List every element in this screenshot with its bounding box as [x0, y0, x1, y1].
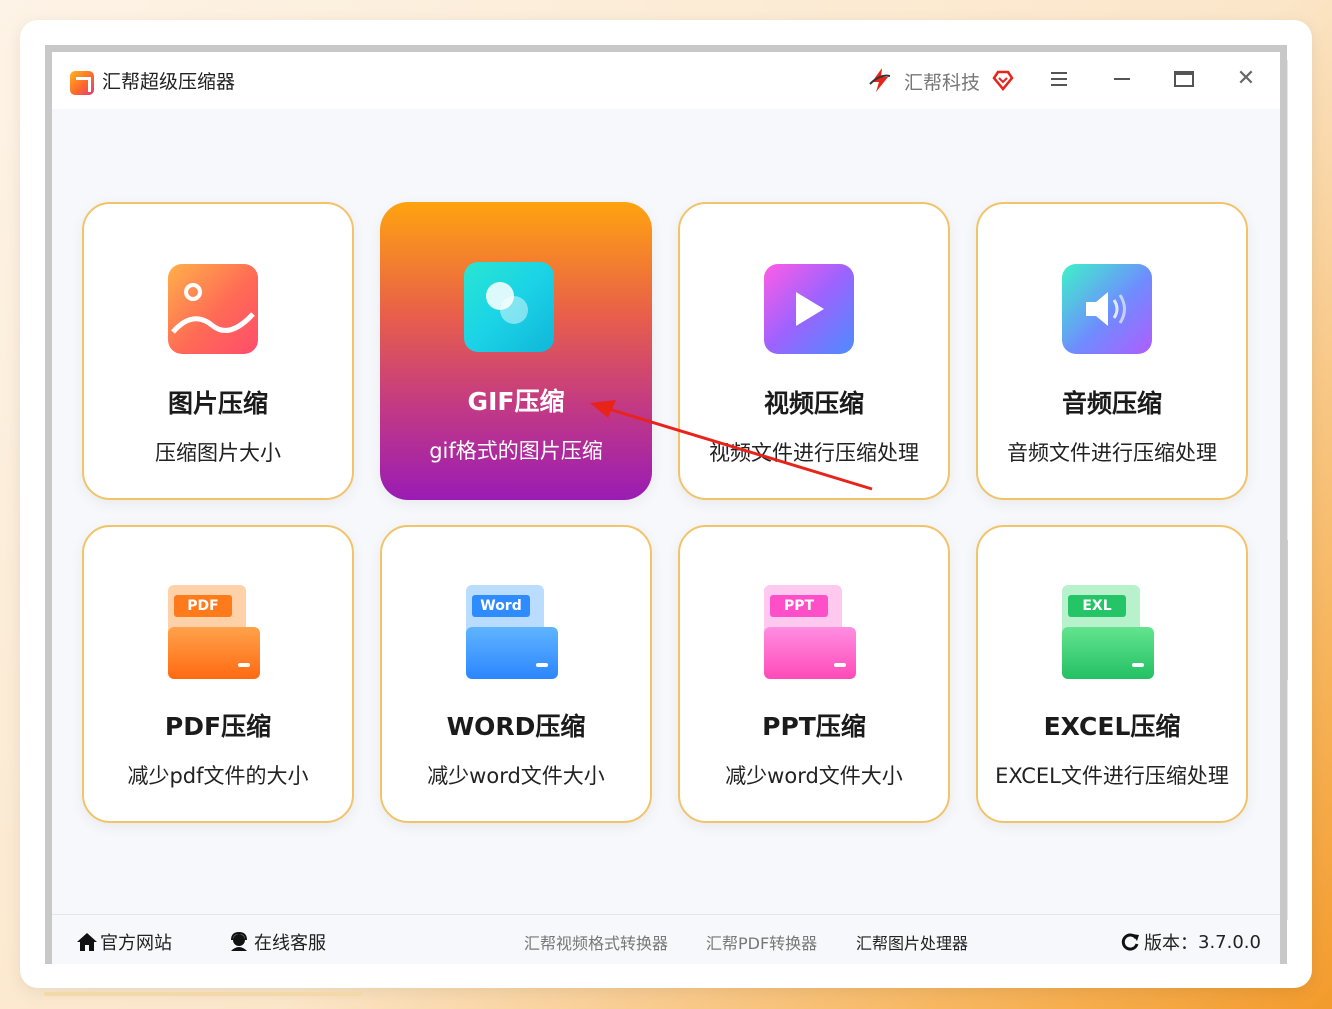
close-button[interactable]: ✕ — [1231, 64, 1261, 94]
official-site-label: 官方网站 — [100, 933, 172, 954]
app-title: 汇帮超级压缩器 — [102, 71, 236, 93]
online-service-link[interactable]: 在线客服 — [228, 929, 326, 955]
tile-video-compress[interactable]: 视频压缩 视频文件进行压缩处理 — [678, 202, 950, 500]
tile-word-compress[interactable]: Word WORD压缩 减少word文件大小 — [380, 525, 652, 823]
pdf-folder-icon: PDF — [168, 585, 260, 681]
brand-logo-icon — [869, 68, 891, 92]
minimize-button[interactable] — [1107, 64, 1137, 94]
tile-gif-compress[interactable]: GIF压缩 gif格式的图片压缩 — [380, 202, 652, 500]
version-info: 版本： 3.7.0.0 — [1120, 929, 1261, 955]
tile-title: 图片压缩 — [167, 389, 268, 418]
brand-name[interactable]: 汇帮科技 — [904, 68, 980, 95]
heart-badge-icon[interactable] — [992, 69, 1014, 91]
tile-title: 音频压缩 — [1061, 389, 1162, 418]
refresh-icon[interactable] — [1120, 932, 1140, 952]
tile-title: GIF压缩 — [467, 387, 565, 416]
ppt-folder-icon: PPT — [764, 585, 856, 681]
footer-bar: 官方网站 在线客服 汇帮视频格式转换器 汇帮PDF转换器 汇帮图片处理器 版本：… — [52, 914, 1280, 964]
tile-pdf-compress[interactable]: PDF PDF压缩 减少pdf文件的大小 — [82, 525, 354, 823]
image-processor-link[interactable]: 汇帮图片处理器 — [856, 930, 968, 954]
tile-audio-compress[interactable]: 音频压缩 音频文件进行压缩处理 — [976, 202, 1248, 500]
image-icon — [168, 264, 258, 354]
tile-desc: 减少pdf文件的大小 — [127, 764, 309, 788]
video-play-icon — [764, 264, 854, 354]
menu-button[interactable] — [1044, 64, 1074, 94]
home-icon — [77, 933, 97, 951]
customer-service-icon — [231, 932, 247, 951]
tile-desc: 减少word文件大小 — [725, 764, 903, 788]
tile-title: 视频压缩 — [763, 389, 864, 418]
app-window: 汇帮超级压缩器 汇帮科技 ✕ 图片压缩 压缩图片大小 GIF压缩 gif格式的图… — [45, 45, 1287, 964]
tile-ppt-compress[interactable]: PPT PPT压缩 减少word文件大小 — [678, 525, 950, 823]
word-folder-icon: Word — [466, 585, 558, 681]
tile-desc: EXCEL文件进行压缩处理 — [995, 764, 1229, 788]
tile-title: WORD压缩 — [446, 712, 586, 741]
version-number: 3.7.0.0 — [1198, 931, 1261, 953]
title-bar: 汇帮超级压缩器 汇帮科技 ✕ — [52, 52, 1280, 109]
online-service-label: 在线客服 — [254, 933, 326, 954]
background-stripe — [44, 992, 362, 996]
official-site-link[interactable]: 官方网站 — [76, 929, 172, 955]
tile-image-compress[interactable]: 图片压缩 压缩图片大小 — [82, 202, 354, 500]
gif-icon — [464, 262, 554, 352]
tile-desc: 减少word文件大小 — [427, 764, 605, 788]
tile-desc: 音频文件进行压缩处理 — [1007, 441, 1217, 465]
tile-title: PDF压缩 — [164, 712, 272, 741]
excel-folder-icon: EXL — [1062, 585, 1154, 681]
app-logo-icon — [70, 71, 94, 95]
tile-desc: 视频文件进行压缩处理 — [709, 441, 919, 465]
tile-title: EXCEL压缩 — [1043, 712, 1181, 741]
video-converter-link[interactable]: 汇帮视频格式转换器 — [524, 930, 668, 954]
tile-desc: gif格式的图片压缩 — [429, 439, 603, 463]
tile-excel-compress[interactable]: EXL EXCEL压缩 EXCEL文件进行压缩处理 — [976, 525, 1248, 823]
tile-desc: 压缩图片大小 — [155, 441, 281, 465]
tile-title: PPT压缩 — [762, 712, 866, 741]
version-label: 版本： — [1144, 933, 1198, 954]
pdf-converter-link[interactable]: 汇帮PDF转换器 — [706, 930, 817, 954]
maximize-button[interactable] — [1169, 64, 1199, 94]
audio-speaker-icon — [1062, 264, 1152, 354]
